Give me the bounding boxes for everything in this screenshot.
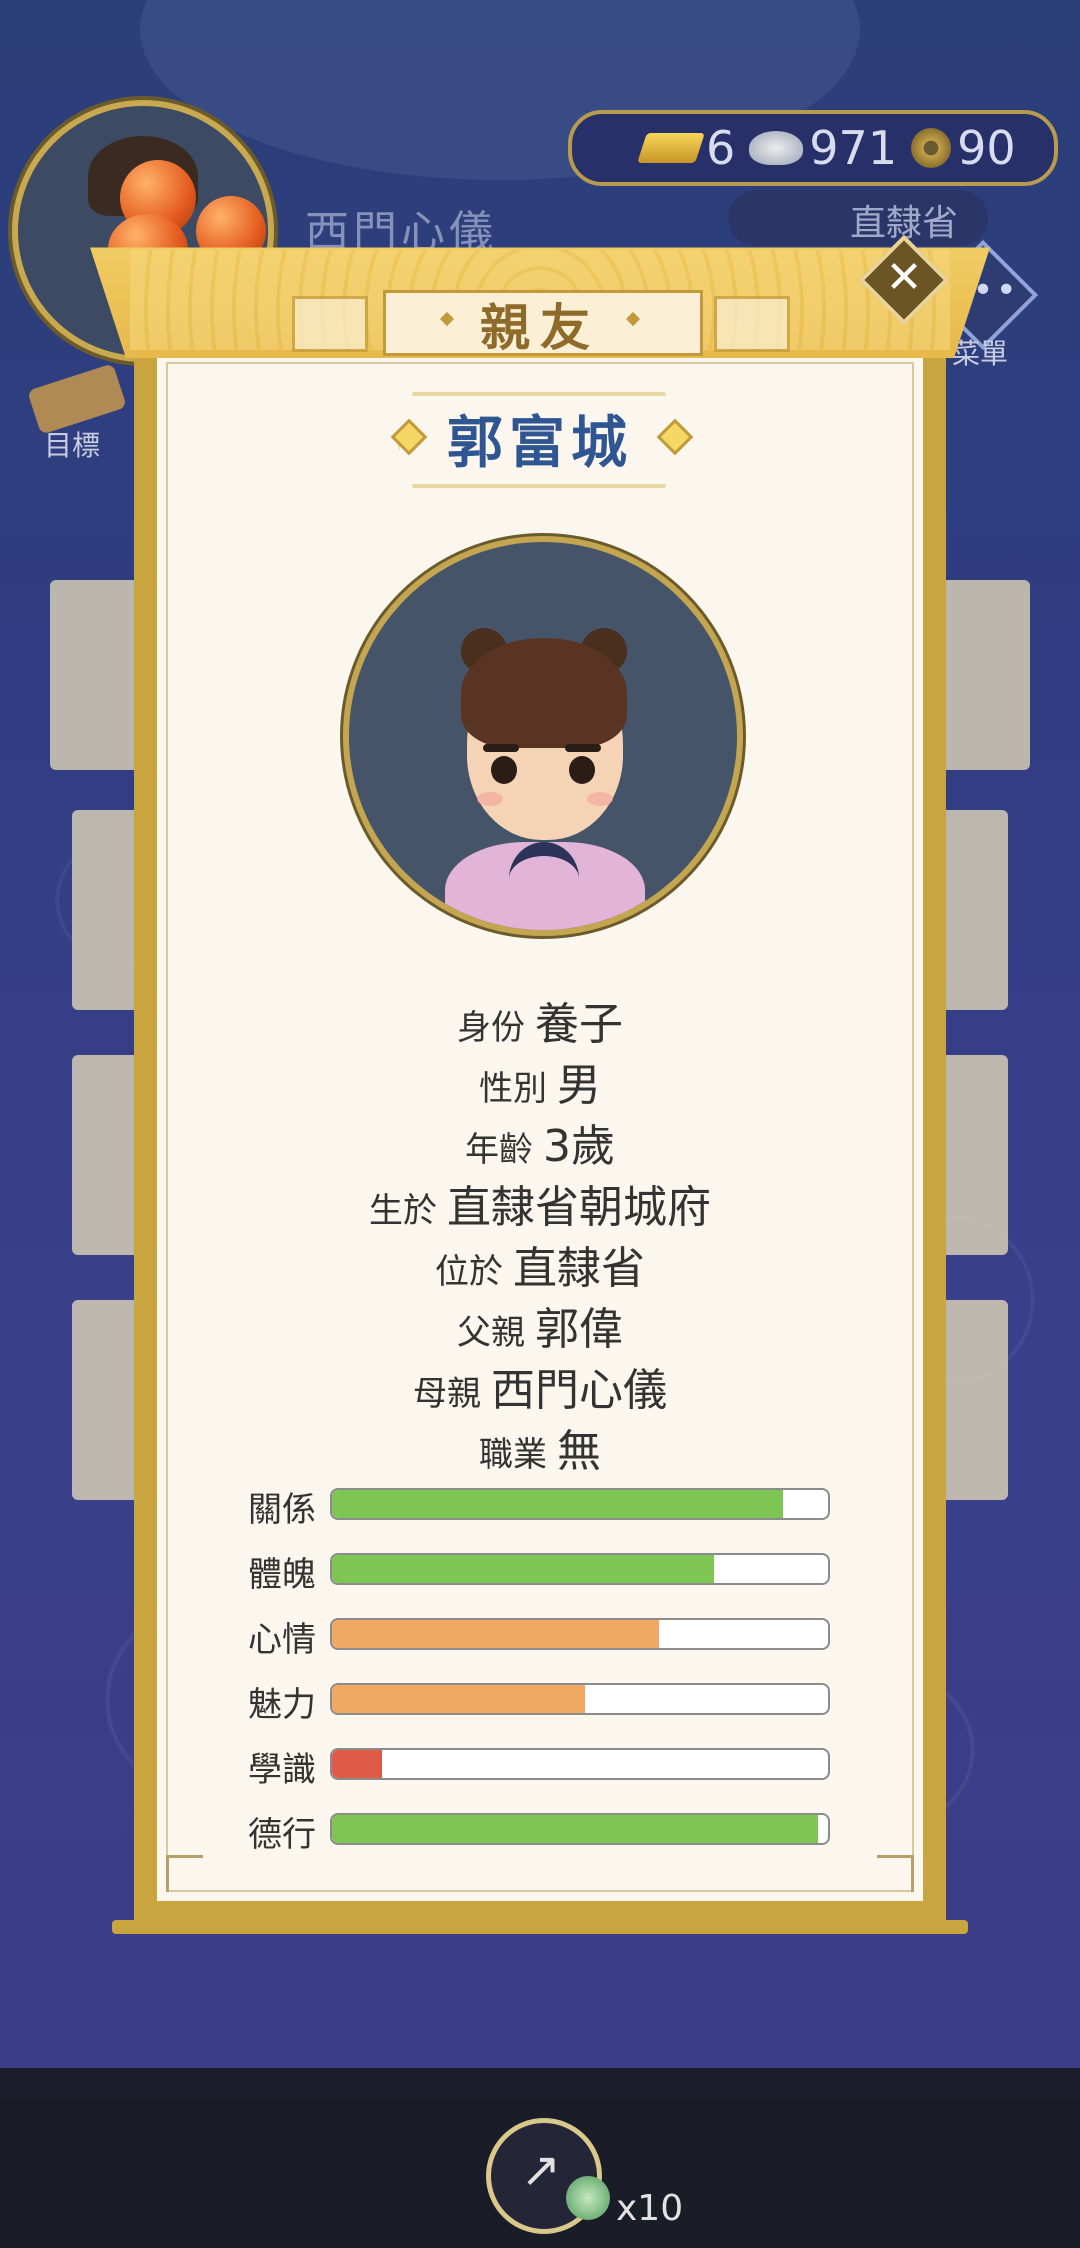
close-icon[interactable]: ✕ (872, 250, 936, 306)
info-value: 直隸省朝城府 (447, 1182, 711, 1233)
dialog-bottom-rail (112, 1920, 968, 1934)
stat-label-physique: 體魄 (248, 1555, 316, 1595)
person-name: 郭富城 (447, 411, 633, 476)
silver-count: 971 (809, 121, 898, 175)
info-key: 母親 (413, 1374, 481, 1414)
goal-label: 目標 (44, 429, 101, 462)
info-value: 直隸省 (513, 1243, 645, 1294)
eyebrow (565, 744, 601, 752)
info-row-mother: 母親 西門心儀 (0, 1354, 1080, 1418)
stat-fill (332, 1620, 660, 1648)
stat-bar-charm (330, 1683, 830, 1715)
stat-bar-mood (330, 1618, 830, 1650)
stat-label-relationship: 關係 (248, 1490, 316, 1530)
jade-reward-icon (566, 2176, 610, 2220)
copper-count: 90 (957, 121, 1016, 175)
stat-bar-relationship (330, 1488, 830, 1520)
stat-bar-physique (330, 1553, 830, 1585)
stat-fill (332, 1750, 382, 1778)
blush (477, 792, 503, 806)
stat-bar-knowledge (330, 1748, 830, 1780)
gold-count: 6 (706, 121, 736, 175)
robe-collar (509, 842, 579, 916)
stat-fill (332, 1490, 784, 1518)
info-key: 年齡 (465, 1130, 533, 1170)
info-row-occupation: 職業無 (0, 1415, 1080, 1479)
info-row-age: 年齡 3歲 (0, 1110, 1080, 1174)
stat-label-mood: 心情 (248, 1620, 316, 1660)
info-key: 生於 (369, 1191, 437, 1231)
copper-coin-icon (911, 128, 952, 168)
eyebrow (483, 744, 519, 752)
info-row-location: 位於 直隸省 (0, 1232, 1080, 1296)
stat-fill (332, 1685, 585, 1713)
info-value: 郭偉 (535, 1304, 623, 1355)
info-row-gender: 性別男 (0, 1049, 1080, 1113)
info-value: 西門心儀 (491, 1365, 667, 1416)
gold-ingot-icon (637, 133, 705, 163)
info-row-identity: 身份 養子 (0, 988, 1080, 1052)
blush (587, 792, 613, 806)
share-reward-count: x10 (616, 2188, 684, 2229)
info-value: 無 (557, 1426, 601, 1477)
title-ornament (292, 296, 368, 352)
info-value: 養子 (535, 999, 623, 1050)
info-row-father: 父親 郭偉 (0, 1293, 1080, 1357)
silver-ingot-icon (749, 131, 804, 165)
stat-label-knowledge: 學識 (248, 1750, 316, 1790)
goal-button[interactable]: 目標 (14, 363, 134, 462)
currency-bar[interactable]: 6 971 90 (568, 110, 1058, 186)
hair (461, 638, 627, 748)
info-row-birthplace: 生於 直隸省朝城府 (0, 1171, 1080, 1235)
info-value: 3歲 (543, 1121, 615, 1172)
stat-fill (332, 1815, 819, 1843)
eye (491, 756, 517, 784)
eye (569, 756, 595, 784)
stat-fill (332, 1555, 714, 1583)
stat-label-virtue: 德行 (248, 1815, 316, 1855)
corner-ornament (166, 1855, 203, 1892)
stat-label-charm: 魅力 (248, 1685, 316, 1725)
info-key: 父親 (457, 1313, 525, 1353)
info-key: 身份 (457, 1008, 525, 1048)
stat-bar-virtue (330, 1813, 830, 1845)
title-ornament (714, 296, 790, 352)
info-key: 性別 (479, 1069, 547, 1109)
person-portrait (343, 536, 743, 936)
info-key: 職業 (479, 1435, 547, 1475)
dialog-title: 親友 (480, 299, 600, 357)
info-value: 男 (557, 1060, 601, 1111)
region-button[interactable]: 直隸省 (728, 190, 988, 246)
info-key: 位於 (435, 1252, 503, 1292)
corner-ornament (877, 1855, 914, 1892)
share-icon: ↗ (520, 2142, 562, 2198)
